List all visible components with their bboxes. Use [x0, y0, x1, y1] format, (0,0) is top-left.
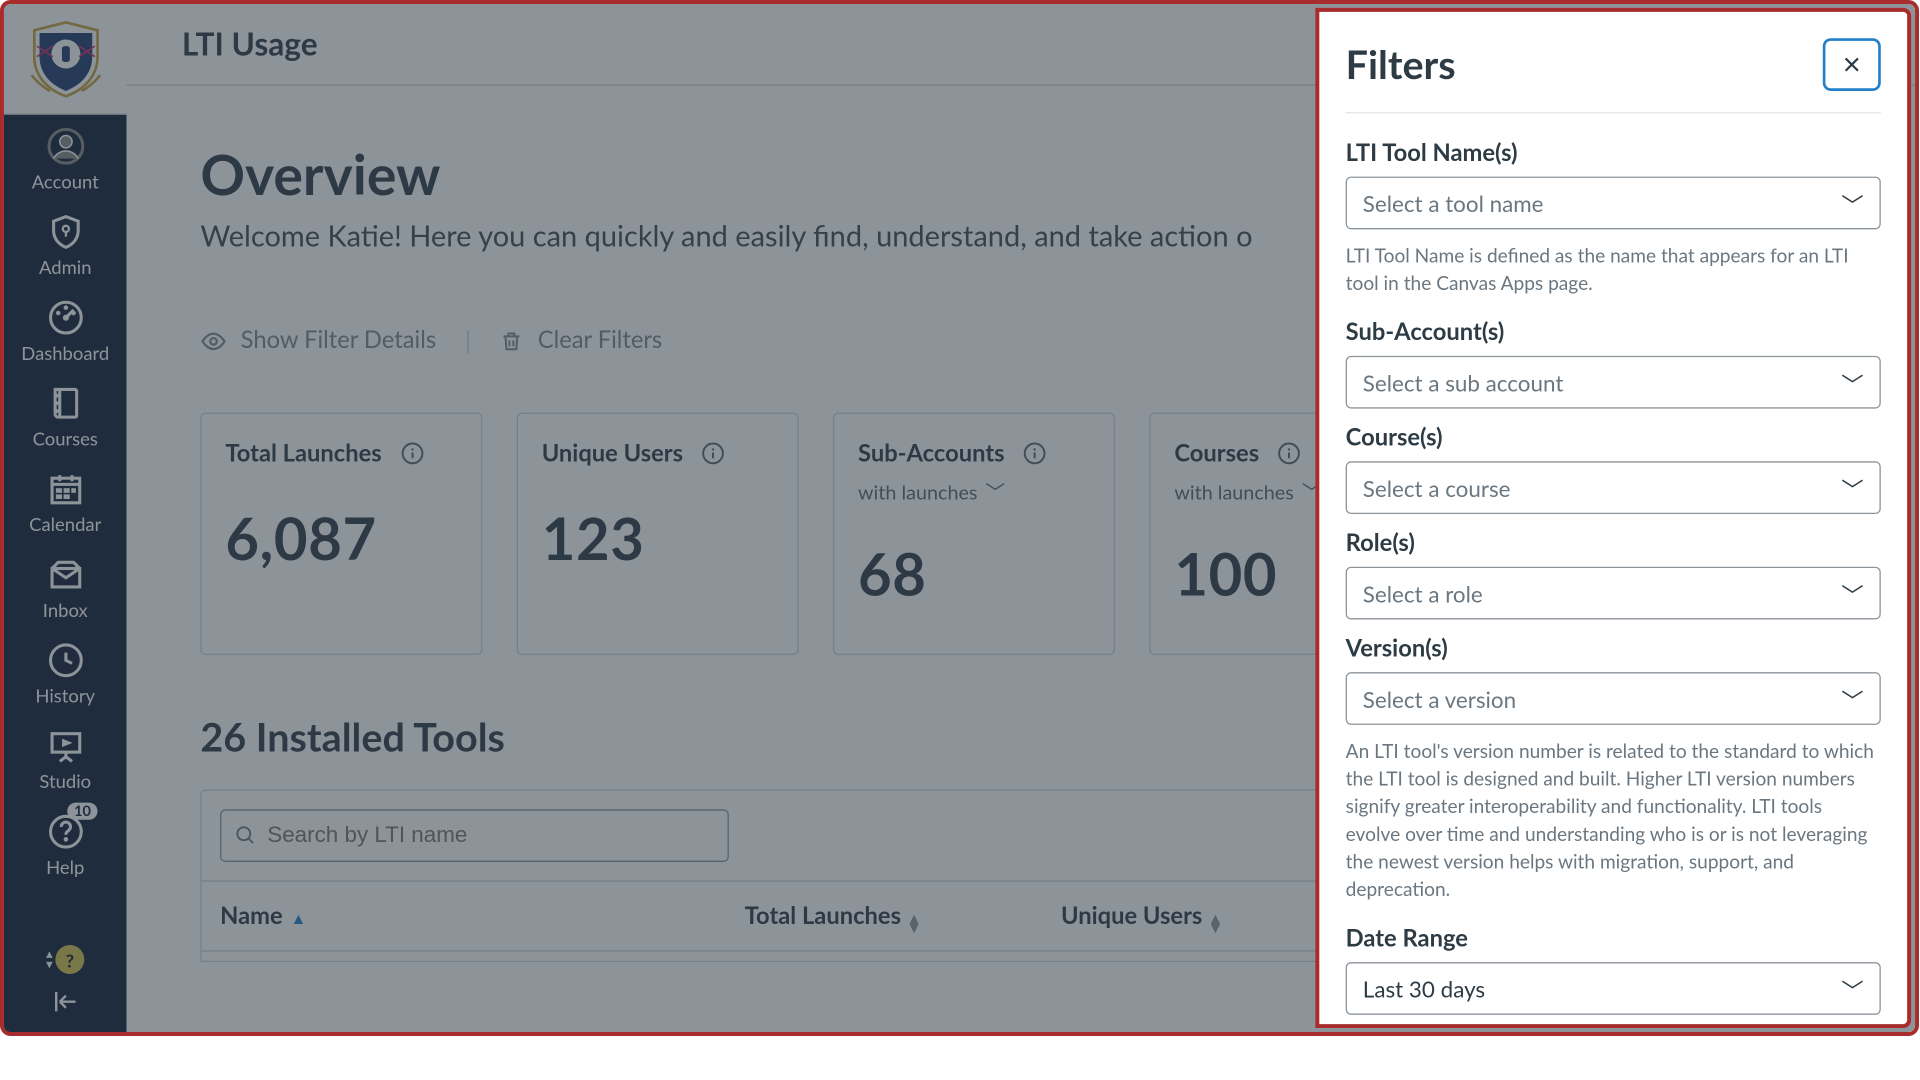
sort-icon: ▲▼	[906, 914, 922, 932]
card-value: 6,087	[225, 505, 457, 574]
nav-label: Inbox	[43, 598, 88, 620]
chevron-down-icon: ﹀	[1841, 577, 1863, 610]
info-icon[interactable]	[702, 442, 726, 471]
page-title: LTI Usage	[182, 25, 318, 63]
sort-icon: ▲▼	[1208, 914, 1224, 932]
info-icon[interactable]	[1023, 442, 1047, 471]
th-total-launches[interactable]: Total Launches▲▼	[745, 901, 1061, 933]
chevron-down-icon: ﹀	[1841, 682, 1863, 715]
help-text-version: An LTI tool's version number is related …	[1346, 738, 1881, 904]
nav-help[interactable]: 10 Help	[4, 800, 127, 886]
tour-help-chip[interactable]: ▴▾ ?	[46, 945, 84, 974]
gauge-icon	[47, 299, 84, 336]
search-tools-input-wrap[interactable]	[220, 810, 729, 863]
trash-icon	[500, 329, 524, 355]
select-course[interactable]: Select a course ﹀	[1346, 461, 1881, 514]
chevron-down-icon: ﹀	[1841, 972, 1863, 1005]
card-title: Total Launches	[225, 438, 381, 467]
nav-dashboard[interactable]: Dashboard	[4, 286, 127, 372]
card-title: Sub-Accounts	[858, 438, 1005, 467]
nav-courses[interactable]: Courses	[4, 372, 127, 458]
nav-label: Calendar	[29, 513, 101, 535]
field-label-date-range: Date Range	[1346, 923, 1881, 952]
field-label-role: Role(s)	[1346, 527, 1881, 556]
field-label-course: Course(s)	[1346, 422, 1881, 451]
collapse-left-icon	[51, 987, 80, 1016]
eye-icon	[200, 329, 226, 355]
info-icon[interactable]	[400, 442, 424, 471]
th-name[interactable]: Name▲	[220, 901, 745, 933]
presentation-icon	[47, 728, 84, 765]
nav-label: History	[35, 684, 95, 706]
card-subline-toggle[interactable]: with launches﹀	[858, 479, 1090, 507]
filters-panel-title: Filters	[1346, 41, 1456, 88]
nav-studio[interactable]: Studio	[4, 714, 127, 800]
card-value: 68	[858, 541, 1090, 610]
help-badge: 10	[68, 803, 98, 820]
nav-label: Studio	[39, 770, 91, 792]
card-title: Unique Users	[542, 438, 683, 467]
show-filter-details-button[interactable]: Show Filter Details	[200, 324, 436, 355]
select-sub-account[interactable]: Select a sub account ﹀	[1346, 356, 1881, 409]
filters-panel: Filters LTI Tool Name(s) Select a tool n…	[1315, 8, 1911, 1028]
close-icon	[1841, 54, 1862, 75]
shield-icon	[47, 214, 84, 251]
nav-label: Dashboard	[21, 341, 109, 363]
nav-label: Help	[46, 855, 84, 877]
nav-bottom: ▴▾ ?	[4, 937, 127, 1032]
nav-label: Account	[32, 170, 99, 192]
select-role[interactable]: Select a role ﹀	[1346, 567, 1881, 620]
nav-inbox[interactable]: Inbox	[4, 543, 127, 629]
nav-history[interactable]: History	[4, 629, 127, 715]
chevron-down-icon: ﹀	[1841, 366, 1863, 399]
institution-logo	[4, 4, 127, 115]
chevron-down-icon: ﹀	[1841, 471, 1863, 504]
card-sub-accounts: Sub-Accounts with launches﹀ 68	[833, 413, 1115, 656]
chevron-down-icon: ﹀	[1841, 186, 1863, 219]
search-tools-input[interactable]	[267, 823, 714, 849]
help-text-tool: LTI Tool Name is defined as the name tha…	[1346, 243, 1881, 298]
user-circle-icon	[47, 128, 84, 165]
calendar-icon	[47, 471, 84, 508]
nav-admin[interactable]: Admin	[4, 200, 127, 286]
info-icon[interactable]	[1278, 442, 1302, 471]
select-tool-name[interactable]: Select a tool name ﹀	[1346, 177, 1881, 230]
clear-filters-button[interactable]: Clear Filters	[500, 324, 662, 355]
book-icon	[47, 385, 84, 422]
question-mark-icon: ?	[55, 945, 84, 974]
close-filters-button[interactable]	[1823, 38, 1881, 91]
sort-asc-icon: ▲	[291, 909, 307, 929]
show-filter-details-label: Show Filter Details	[241, 324, 436, 353]
select-date-range[interactable]: Last 30 days ﹀	[1346, 962, 1881, 1015]
card-title: Courses	[1174, 438, 1259, 467]
clear-filters-label: Clear Filters	[538, 324, 662, 353]
divider: |	[465, 325, 471, 354]
collapse-nav-button[interactable]	[51, 987, 80, 1021]
sort-arrows-icon: ▴▾	[46, 949, 53, 970]
field-label-tool: LTI Tool Name(s)	[1346, 137, 1881, 166]
nav-account[interactable]: Account	[4, 115, 127, 201]
card-total-launches: Total Launches 6,087	[200, 413, 482, 656]
select-version[interactable]: Select a version ﹀	[1346, 672, 1881, 725]
nav-label: Courses	[33, 427, 98, 449]
search-icon	[235, 824, 257, 848]
clock-icon	[47, 642, 84, 679]
chevron-down-icon: ﹀	[985, 482, 1005, 506]
nav-label: Admin	[39, 256, 92, 278]
card-unique-users: Unique Users 123	[517, 413, 799, 656]
global-nav: Account Admin Dashboard Courses Calendar…	[4, 4, 127, 1032]
inbox-icon	[47, 556, 84, 593]
field-label-version: Version(s)	[1346, 633, 1881, 662]
nav-calendar[interactable]: Calendar	[4, 457, 127, 543]
field-label-subaccount: Sub-Account(s)	[1346, 316, 1881, 345]
card-value: 123	[542, 505, 774, 574]
